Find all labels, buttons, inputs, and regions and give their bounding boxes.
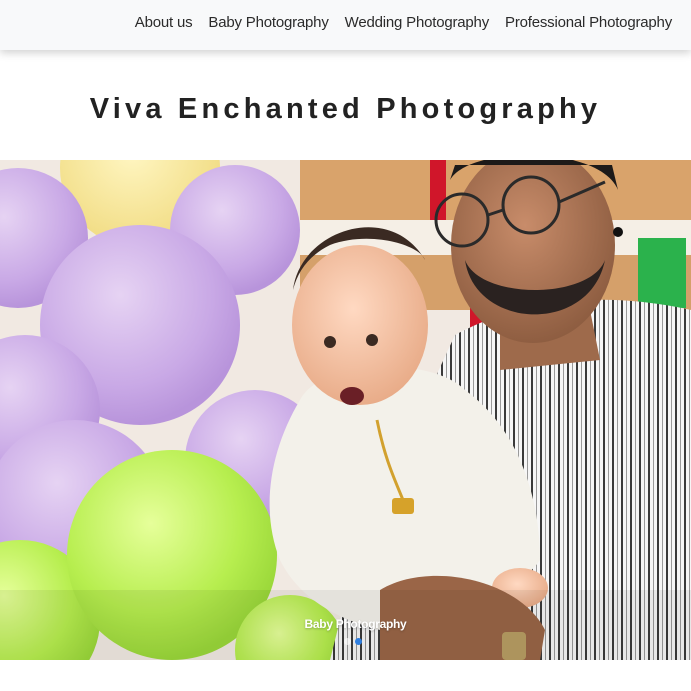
nav-menu: About us Baby Photography Wedding Photog… <box>127 0 672 45</box>
slider-indicators <box>344 638 362 645</box>
nav-link-wedding-photography[interactable]: Wedding Photography <box>337 14 497 31</box>
hero-slider[interactable]: Baby Photography <box>0 160 691 660</box>
slider-dot-2[interactable] <box>355 638 362 645</box>
slider-dot-1[interactable] <box>344 638 351 645</box>
slide-caption: Baby Photography <box>304 617 407 631</box>
hero-photo <box>0 160 691 660</box>
nav-link-professional-photography[interactable]: Professional Photography <box>497 14 672 31</box>
site-title: Viva Enchanted Photography <box>89 93 602 125</box>
nav-link-baby-photography[interactable]: Baby Photography <box>200 14 336 31</box>
top-navbar: About us Baby Photography Wedding Photog… <box>0 0 691 50</box>
nav-link-about-us[interactable]: About us <box>127 14 201 31</box>
